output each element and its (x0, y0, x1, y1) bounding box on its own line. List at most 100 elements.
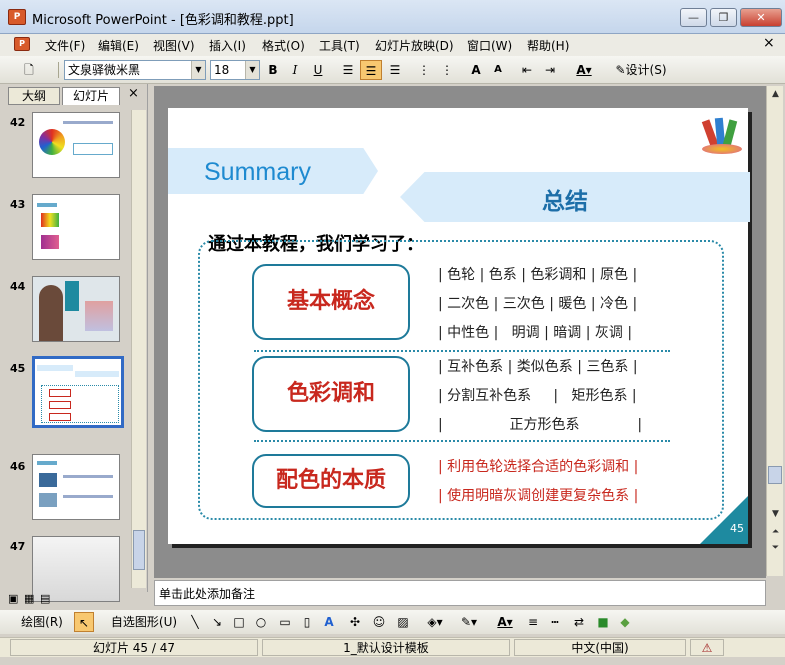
doc-close-icon[interactable]: × (763, 35, 775, 51)
rectangle-tool-icon[interactable]: □ (230, 612, 248, 632)
next-slide-icon[interactable]: ⏷ (769, 542, 782, 555)
menu-file[interactable]: 文件(F) (45, 37, 85, 54)
document-icon[interactable]: P (14, 37, 30, 51)
essence-line: | 利用色轮选择合适的色彩调和 | (438, 459, 639, 475)
menu-edit[interactable]: 编辑(E) (98, 37, 139, 54)
bold-button[interactable]: B (264, 60, 282, 80)
section-box-basic-concepts: 基本概念 (252, 264, 410, 340)
close-button[interactable]: ✕ (740, 8, 782, 27)
basic-concepts-line: | 色轮 | 色系 | 色彩调和 | 原色 | (438, 267, 638, 283)
arrow-style-icon[interactable]: ⇄ (570, 612, 588, 632)
scroll-up-icon[interactable]: ▲ (769, 88, 782, 101)
menu-window[interactable]: 窗口(W) (467, 37, 512, 54)
slide-thumbnail-43[interactable] (32, 194, 120, 260)
chevron-down-icon[interactable]: ▼ (191, 61, 205, 79)
powerpoint-app-icon[interactable]: P (8, 9, 26, 25)
increase-indent-icon[interactable]: ⇥ (540, 60, 560, 80)
menu-view[interactable]: 视图(V) (153, 37, 195, 54)
font-select[interactable]: 文泉驿微米黑 ▼ (64, 60, 206, 80)
oval-tool-icon[interactable]: ○ (252, 612, 270, 632)
view-buttons: ▣ ▦ ▤ (4, 592, 154, 608)
summary-heading: Summary (204, 158, 311, 186)
line-color-icon[interactable]: ✎▾ (454, 612, 484, 632)
language-indicator[interactable]: 中文(中国) (514, 639, 686, 656)
menu-help[interactable]: 帮助(H) (527, 37, 569, 54)
previous-slide-icon[interactable]: ⏶ (769, 526, 782, 539)
font-color-icon[interactable]: A▾ (490, 612, 520, 632)
scroll-down-icon[interactable]: ▼ (769, 508, 782, 521)
font-value: 文泉驿微米黑 (68, 63, 141, 77)
current-slide[interactable]: Summary 总结 通过本教程，我们学习了： 基本概念 | 色轮 | 色系 |… (168, 108, 750, 544)
shadow-style-icon[interactable]: ■ (594, 612, 612, 632)
window-title: Microsoft PowerPoint - [色彩调和教程.ppt] (32, 13, 294, 28)
color-harmony-line: | 分割互补色系 | 矩形色系 | (438, 388, 637, 404)
decrease-indent-icon[interactable]: ⇤ (517, 60, 537, 80)
numbered-list-icon[interactable]: ⋮ (414, 60, 434, 80)
line-style-icon[interactable]: ≡ (524, 612, 542, 632)
fill-color-icon[interactable]: ◈▾ (420, 612, 450, 632)
wordart-icon[interactable]: A (320, 612, 338, 632)
thumbnail-number: 42 (10, 116, 26, 129)
line-tool-icon[interactable]: ╲ (186, 612, 204, 632)
thumbnail-number: 45 (10, 362, 26, 375)
slide-scrollbar[interactable]: ▲ ▼ ⏶ ⏷ (766, 86, 783, 576)
notes-placeholder: 单击此处添加备注 (159, 587, 256, 601)
design-label: 设计(S) (625, 63, 667, 77)
section-box-essence: 配色的本质 (252, 454, 410, 508)
notes-pane[interactable]: 单击此处添加备注 (154, 580, 766, 606)
section-box-color-harmony: 色彩调和 (252, 356, 410, 432)
arrow-tool-icon[interactable]: ↘ (208, 612, 226, 632)
thumbnail-number: 44 (10, 280, 26, 293)
slide-thumbnail-42[interactable] (32, 112, 120, 178)
menu-slideshow[interactable]: 幻灯片放映(D) (375, 37, 454, 54)
thumbnail-number: 43 (10, 198, 26, 211)
new-document-icon[interactable]: 🗋 (18, 60, 40, 80)
slide-editing-area: Summary 总结 通过本教程，我们学习了： 基本概念 | 色轮 | 色系 |… (154, 86, 766, 578)
diagram-icon[interactable]: ✣ (346, 612, 364, 632)
increase-font-icon[interactable]: A (466, 60, 486, 80)
slide-thumbnail-45[interactable] (32, 356, 124, 428)
minimize-button[interactable]: — (680, 8, 707, 27)
slide-sorter-icon[interactable]: ▦ (24, 592, 34, 605)
scroll-thumb[interactable] (133, 530, 145, 570)
design-template[interactable]: 1_默认设计模板 (262, 639, 510, 656)
spell-check-icon[interactable]: ⚠ (690, 639, 724, 656)
clipart-icon[interactable]: ☺ (370, 612, 388, 632)
draw-menu-button[interactable]: 绘图(R) (14, 612, 70, 632)
decrease-font-icon[interactable]: A (488, 60, 508, 80)
thumbnail-scrollbar[interactable] (131, 110, 146, 588)
thumbnail-list: 42 43 44 45 46 47 (4, 106, 132, 602)
normal-view-icon[interactable]: ▣ (8, 592, 18, 605)
vertical-textbox-icon[interactable]: ▯ (298, 612, 316, 632)
font-color-icon[interactable]: A▾ (570, 60, 598, 80)
select-pointer-icon[interactable]: ↖ (74, 612, 94, 632)
menu-insert[interactable]: 插入(I) (209, 37, 246, 54)
basic-concepts-line: | 中性色 | 明调 | 暗调 | 灰调 | (438, 325, 633, 341)
autoshapes-menu-button[interactable]: 自选图形(U) (104, 612, 184, 632)
3d-style-icon[interactable]: ◆ (616, 612, 634, 632)
basic-concepts-line: | 二次色 | 三次色 | 暖色 | 冷色 | (438, 296, 638, 312)
align-right-icon[interactable]: ☰ (385, 60, 405, 80)
design-button[interactable]: ✎设计(S) (610, 60, 672, 80)
dash-style-icon[interactable]: ┅ (546, 612, 564, 632)
textbox-tool-icon[interactable]: ▭ (276, 612, 294, 632)
slide-thumbnail-46[interactable] (32, 454, 120, 520)
scroll-thumb[interactable] (768, 466, 782, 484)
menu-bar: P 文件(F) 编辑(E) 视图(V) 插入(I) 格式(O) 工具(T) 幻灯… (0, 34, 785, 56)
tab-outline[interactable]: 大纲 (8, 87, 60, 105)
restore-button[interactable]: ❐ (710, 8, 737, 27)
tab-slides[interactable]: 幻灯片 (62, 87, 120, 105)
align-center-icon[interactable]: ☰ (360, 60, 382, 80)
align-left-icon[interactable]: ☰ (338, 60, 358, 80)
font-size-select[interactable]: 18 ▼ (210, 60, 260, 80)
pane-close-icon[interactable]: × (128, 86, 139, 101)
chevron-down-icon[interactable]: ▼ (245, 61, 259, 79)
slideshow-view-icon[interactable]: ▤ (40, 592, 50, 605)
menu-format[interactable]: 格式(O) (262, 37, 305, 54)
slide-thumbnail-44[interactable] (32, 276, 120, 342)
italic-button[interactable]: I (286, 60, 304, 80)
picture-icon[interactable]: ▨ (394, 612, 412, 632)
bullet-list-icon[interactable]: ⋮ (437, 60, 457, 80)
menu-tools[interactable]: 工具(T) (319, 37, 360, 54)
underline-button[interactable]: U (309, 60, 327, 80)
